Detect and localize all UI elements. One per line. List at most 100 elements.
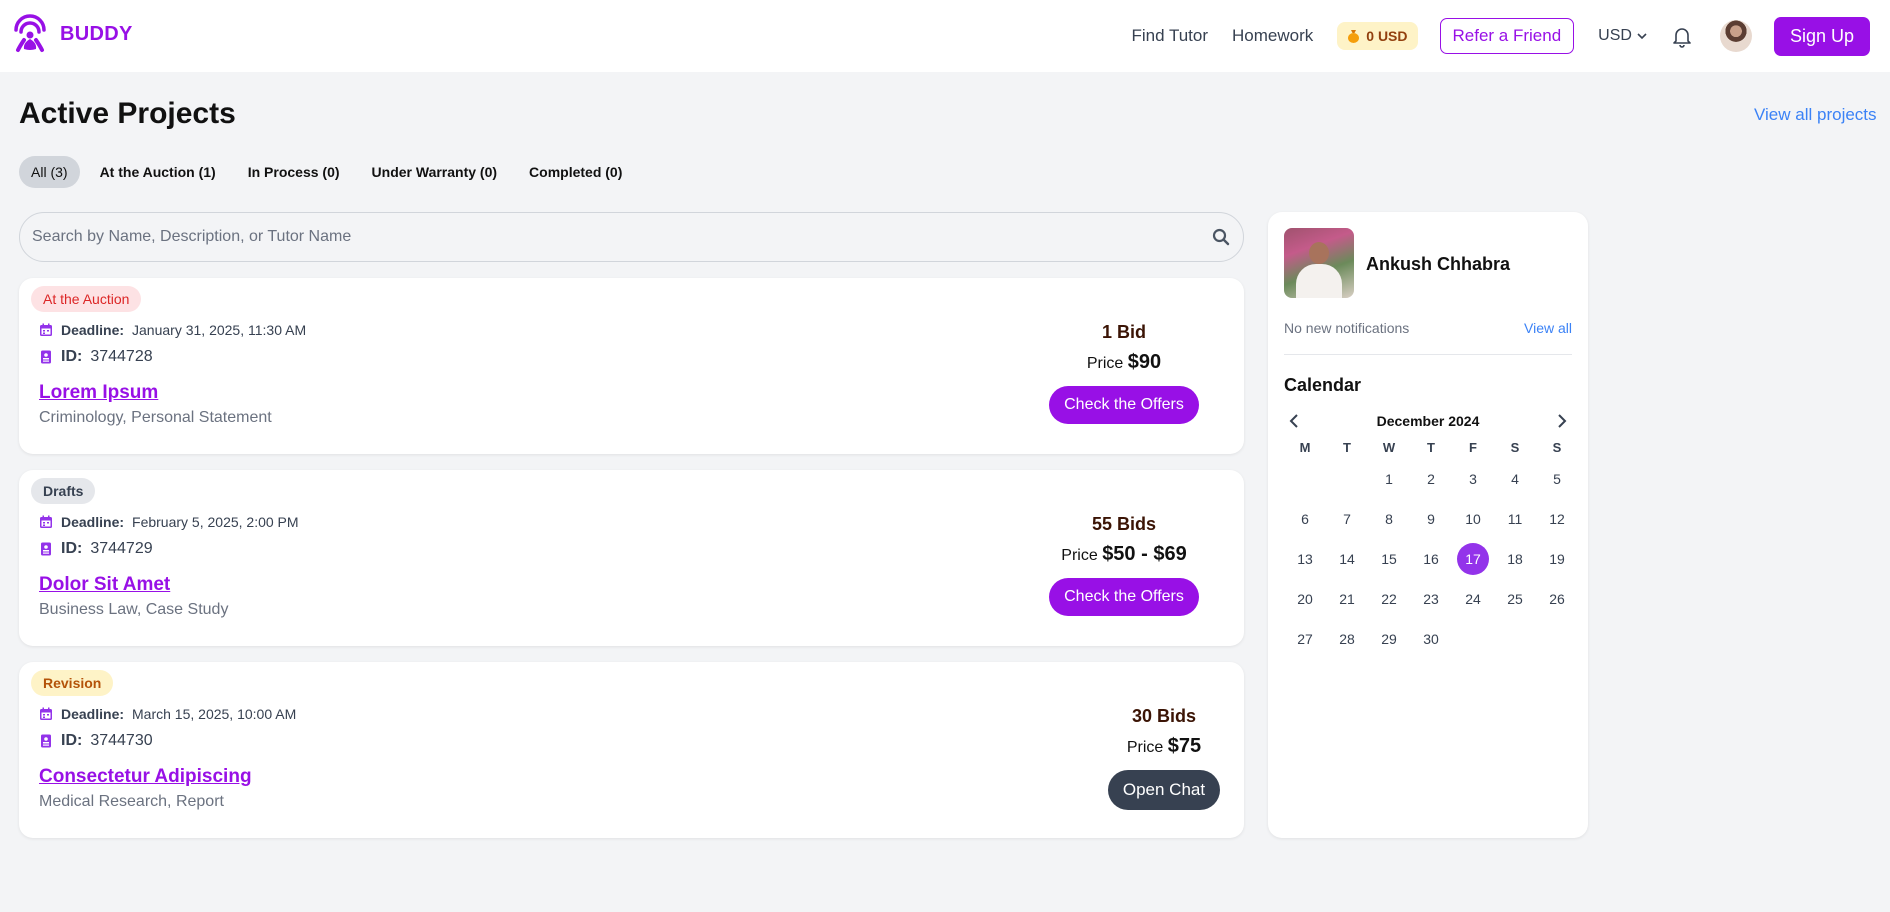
calendar-day-number: 5 bbox=[1553, 471, 1561, 487]
status-badge: Drafts bbox=[31, 478, 96, 504]
calendar-day-number: 14 bbox=[1339, 551, 1355, 567]
check-offers-button[interactable]: Check the Offers bbox=[1049, 578, 1199, 616]
project-subtitle: Business Law, Case Study bbox=[39, 601, 229, 618]
wallet-amount: 0 USD bbox=[1366, 28, 1408, 44]
project-subtitle: Medical Research, Report bbox=[39, 793, 224, 810]
project-card: Drafts Deadline: February 5, 2025, 2:00 … bbox=[19, 470, 1244, 646]
calendar-grid: M T W T F S S 1 2 3 4 5 6 7 8 9 10 11 12 13 14 15 16 17 18 19 20 21… bbox=[1284, 437, 1578, 659]
top-header: BUDDY Find Tutor Homework 0 USD Refer a … bbox=[0, 0, 1890, 72]
calendar-day[interactable]: 11 bbox=[1494, 499, 1536, 539]
calendar-day[interactable]: 2 bbox=[1410, 459, 1452, 499]
calendar-day[interactable]: 10 bbox=[1452, 499, 1494, 539]
status-badge: Revision bbox=[31, 670, 114, 696]
calendar-day-number: 12 bbox=[1549, 511, 1565, 527]
chevron-left-icon[interactable] bbox=[1284, 411, 1304, 431]
currency-value: USD bbox=[1598, 27, 1632, 44]
user-avatar[interactable] bbox=[1719, 20, 1752, 52]
tab-in-process[interactable]: In Process (0) bbox=[236, 156, 352, 188]
calendar-day-number: 28 bbox=[1339, 631, 1355, 647]
sign-up-button[interactable]: Sign Up bbox=[1773, 16, 1870, 56]
bid-count: 55 Bids bbox=[1091, 514, 1157, 534]
search-icon[interactable] bbox=[1211, 227, 1231, 247]
calendar-day[interactable]: 21 bbox=[1326, 579, 1368, 619]
bell-icon[interactable] bbox=[1670, 24, 1694, 48]
calendar-icon bbox=[40, 515, 52, 528]
calendar-day[interactable]: 13 bbox=[1284, 539, 1326, 579]
calendar-day-number: 4 bbox=[1511, 471, 1519, 487]
calendar-day[interactable]: 25 bbox=[1494, 579, 1536, 619]
tab-under-warranty[interactable]: Under Warranty (0) bbox=[360, 156, 510, 188]
calendar-day[interactable]: 24 bbox=[1452, 579, 1494, 619]
deadline-label: Deadline: bbox=[61, 514, 125, 530]
calendar-title: Calendar bbox=[1284, 375, 1362, 395]
divider bbox=[1284, 354, 1572, 355]
calendar-day[interactable]: 30 bbox=[1410, 619, 1452, 659]
calendar-day[interactable]: 23 bbox=[1410, 579, 1452, 619]
open-chat-button[interactable]: Open Chat bbox=[1107, 770, 1221, 810]
currency-select[interactable]: USD bbox=[1598, 27, 1648, 45]
calendar-day[interactable]: 20 bbox=[1284, 579, 1326, 619]
nav-find-tutor[interactable]: Find Tutor bbox=[1131, 26, 1208, 46]
project-title-link[interactable]: Consectetur Adipiscing bbox=[39, 766, 252, 788]
tab-at-auction[interactable]: At the Auction (1) bbox=[88, 156, 228, 188]
status-badge: At the Auction bbox=[31, 286, 142, 312]
id-card-icon bbox=[41, 542, 51, 556]
view-all-notifications-link[interactable]: View all bbox=[1524, 320, 1572, 336]
calendar-day[interactable]: 16 bbox=[1410, 539, 1452, 579]
wallet-balance[interactable]: 0 USD bbox=[1337, 22, 1418, 50]
tab-completed[interactable]: Completed (0) bbox=[517, 156, 634, 188]
brand-logo[interactable]: BUDDY bbox=[10, 14, 133, 54]
refer-friend-button[interactable]: Refer a Friend bbox=[1439, 18, 1575, 54]
calendar-day[interactable]: 29 bbox=[1368, 619, 1410, 659]
calendar-day[interactable]: 19 bbox=[1536, 539, 1578, 579]
notifications-status: No new notifications bbox=[1284, 320, 1410, 336]
profile-photo[interactable] bbox=[1284, 228, 1354, 298]
calendar-day[interactable]: 27 bbox=[1284, 619, 1326, 659]
weekday-header: T bbox=[1427, 440, 1435, 455]
calendar-day-number: 15 bbox=[1381, 551, 1397, 567]
project-title-link[interactable]: Dolor Sit Amet bbox=[39, 574, 170, 596]
calendar-day-selected[interactable]: 17 bbox=[1452, 539, 1494, 579]
calendar-day-number: 2 bbox=[1427, 471, 1435, 487]
calendar-day[interactable]: 7 bbox=[1326, 499, 1368, 539]
calendar-day-number: 8 bbox=[1385, 511, 1393, 527]
calendar-day[interactable]: 9 bbox=[1410, 499, 1452, 539]
profile-photo-body bbox=[1296, 264, 1342, 298]
project-card: Revision Deadline: March 15, 2025, 10:00… bbox=[19, 662, 1244, 838]
calendar-day[interactable]: 5 bbox=[1536, 459, 1578, 499]
calendar-nav: December 2024 bbox=[1284, 406, 1572, 436]
price-value: $50 - $69 bbox=[1102, 543, 1187, 565]
project-card: At the Auction Deadline: January 31, 202… bbox=[19, 278, 1244, 454]
tab-all[interactable]: All (3) bbox=[19, 156, 80, 188]
bid-count: 1 Bid bbox=[1101, 322, 1146, 342]
calendar-day-number: 21 bbox=[1339, 591, 1355, 607]
deadline-value: January 31, 2025, 11:30 AM bbox=[132, 322, 307, 338]
calendar-icon bbox=[40, 707, 52, 720]
calendar-day[interactable]: 18 bbox=[1494, 539, 1536, 579]
bid-summary: 1 Bid Price $90 Check the Offers bbox=[1024, 322, 1224, 424]
calendar-day[interactable]: 14 bbox=[1326, 539, 1368, 579]
deadline-row: Deadline: March 15, 2025, 10:00 AM bbox=[39, 706, 296, 722]
calendar-day[interactable]: 26 bbox=[1536, 579, 1578, 619]
calendar-day[interactable]: 28 bbox=[1326, 619, 1368, 659]
view-all-projects-link[interactable]: View all projects bbox=[1754, 105, 1877, 125]
calendar-day[interactable]: 22 bbox=[1368, 579, 1410, 619]
search-input[interactable] bbox=[32, 228, 1211, 246]
calendar-day-number: 18 bbox=[1507, 551, 1523, 567]
calendar-day[interactable]: 3 bbox=[1452, 459, 1494, 499]
calendar-day[interactable]: 6 bbox=[1284, 499, 1326, 539]
calendar-day[interactable]: 15 bbox=[1368, 539, 1410, 579]
project-title-link[interactable]: Lorem Ipsum bbox=[39, 382, 158, 404]
calendar-day[interactable]: 8 bbox=[1368, 499, 1410, 539]
chevron-right-icon[interactable] bbox=[1552, 411, 1572, 431]
calendar-day[interactable]: 4 bbox=[1494, 459, 1536, 499]
weekday-header: S bbox=[1510, 440, 1520, 455]
price-label: Price bbox=[1061, 547, 1098, 564]
price-line: Price $50 - $69 bbox=[1024, 543, 1224, 566]
calendar-day[interactable]: 12 bbox=[1536, 499, 1578, 539]
check-offers-button[interactable]: Check the Offers bbox=[1049, 386, 1199, 424]
calendar-day[interactable]: 1 bbox=[1368, 459, 1410, 499]
calendar-day-number: 7 bbox=[1343, 511, 1351, 527]
nav-homework[interactable]: Homework bbox=[1232, 26, 1313, 46]
bid-summary: 55 Bids Price $50 - $69 Check the Offers bbox=[1024, 514, 1224, 616]
